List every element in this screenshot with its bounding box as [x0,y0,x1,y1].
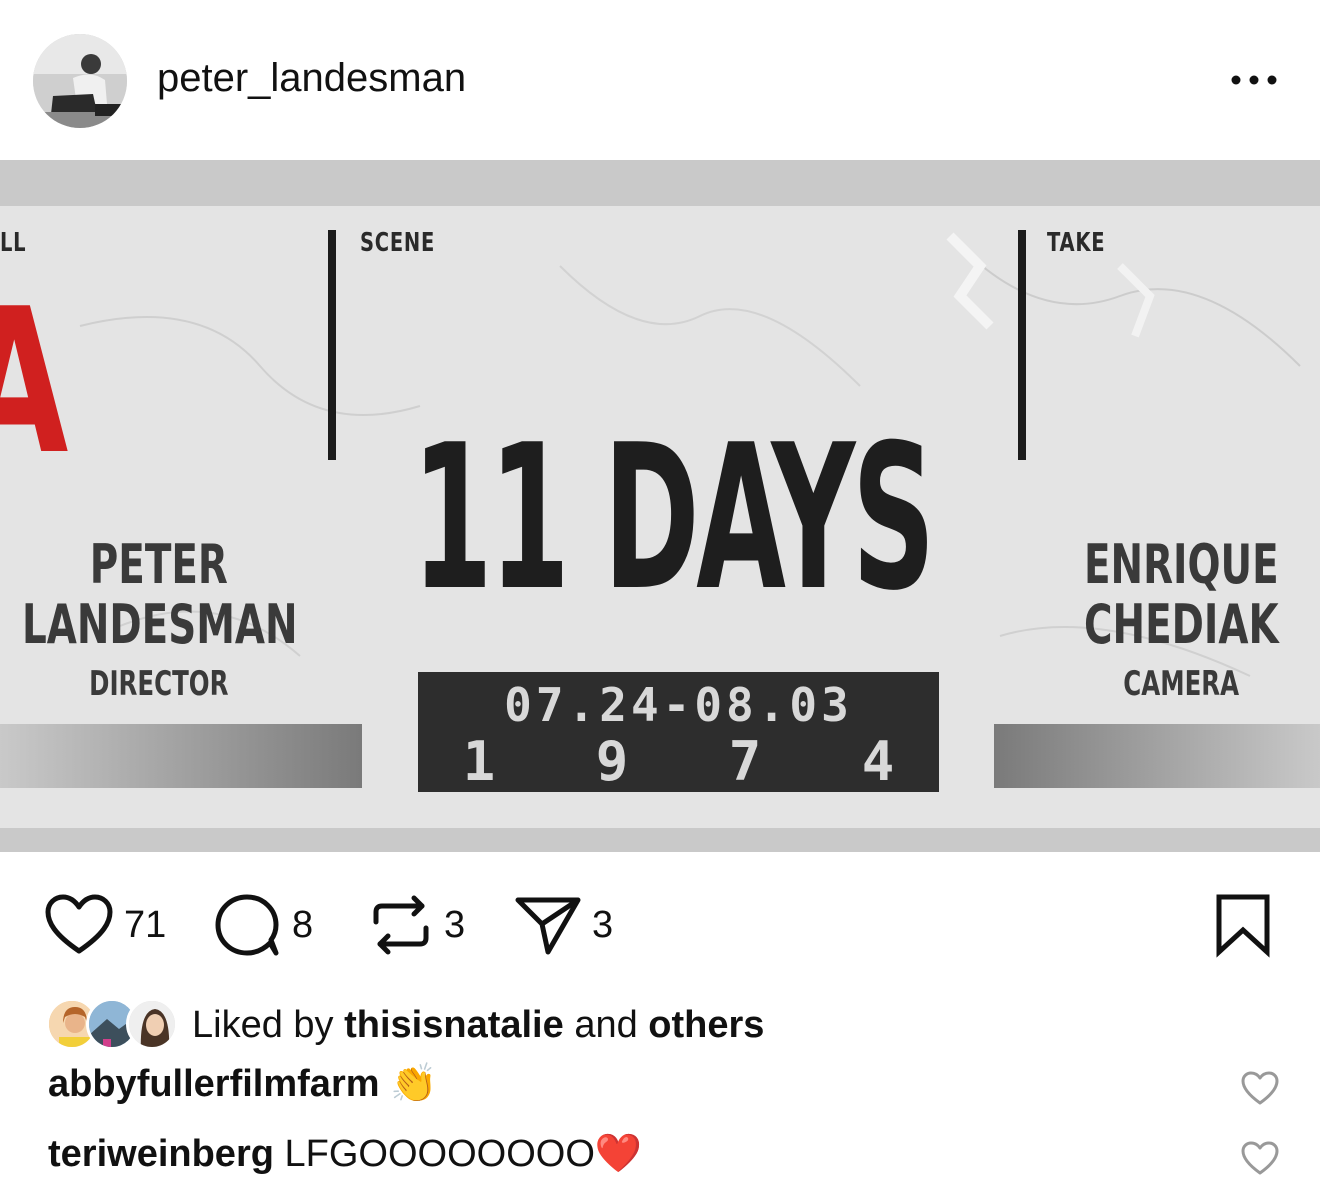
director-role: DIRECTOR [89,664,229,704]
bookmark-button[interactable] [1214,880,1272,970]
share-button[interactable]: 3 [514,880,613,970]
slate-label-roll: LL [0,228,27,258]
director-name-line2: LANDESMAN [22,593,298,656]
comment-like-icon[interactable] [1240,1070,1280,1106]
comment-item: teriweinberg LFGOOOOOOOO❤️ [48,1132,642,1176]
camera-name-line1: ENRIQUE [1084,533,1279,596]
share-count: 3 [592,903,614,946]
repost-button[interactable]: 3 [368,880,465,970]
comment-username[interactable]: abbyfullerfilmfarm [48,1063,380,1105]
repost-count: 3 [444,903,466,946]
comment-text: 👏 [390,1063,438,1105]
date-year: 1 9 7 4 [462,730,929,793]
post-actions: 71 8 3 3 [0,880,1320,970]
slate-divider-left [328,230,336,460]
liked-by-row[interactable]: Liked by thisisnatalie and others [0,990,1320,1064]
like-count: 71 [124,903,167,946]
post-header: peter_landesman [0,0,1320,160]
comment-like-icon[interactable] [1240,1140,1280,1176]
slate-red-letter: A [0,266,68,499]
send-icon [515,897,581,955]
slate-label-scene: SCENE [360,228,436,258]
date-range: 07.24-08.03 [504,678,853,732]
heart-icon [45,894,113,954]
slate-divider-right [1018,230,1026,460]
date-box: 07.24-08.03 1 9 7 4 [418,672,939,793]
liked-by-and: and [574,1004,638,1046]
bookmark-icon [1216,894,1270,958]
liker-avatar [126,998,178,1050]
comment-text: LFGOOOOOOOO❤️ [284,1133,643,1175]
comment-icon [215,894,279,956]
like-button[interactable]: 71 [44,880,166,970]
comment-item: abbyfullerfilmfarm 👏 [48,1062,437,1106]
liked-by-text: Liked by thisisnatalie and others [192,1004,764,1047]
comment-button[interactable]: 8 [212,880,313,970]
liked-by-user[interactable]: thisisnatalie [344,1004,564,1046]
liked-by-prefix: Liked by [192,1004,334,1046]
post-username[interactable]: peter_landesman [157,56,466,101]
comment-count: 8 [292,903,314,946]
repost-icon [373,895,429,955]
slate-label-take: TAKE [1047,228,1106,258]
avatar[interactable] [33,34,127,128]
camera-name-line2: CHEDIAK [1084,593,1279,656]
post-image[interactable]: LL SCENE TAKE A PETER LANDESMAN DIRECTOR… [0,160,1320,852]
film-title: 11 DAYS [412,402,935,635]
clapperboard-slate: LL SCENE TAKE A PETER LANDESMAN DIRECTOR… [0,206,1320,828]
camera-role: CAMERA [1123,664,1240,704]
comment-username[interactable]: teriweinberg [48,1133,274,1175]
director-name-line1: PETER [89,533,228,596]
ellipsis-icon[interactable] [1226,62,1282,98]
liked-by-others[interactable]: others [648,1004,764,1046]
